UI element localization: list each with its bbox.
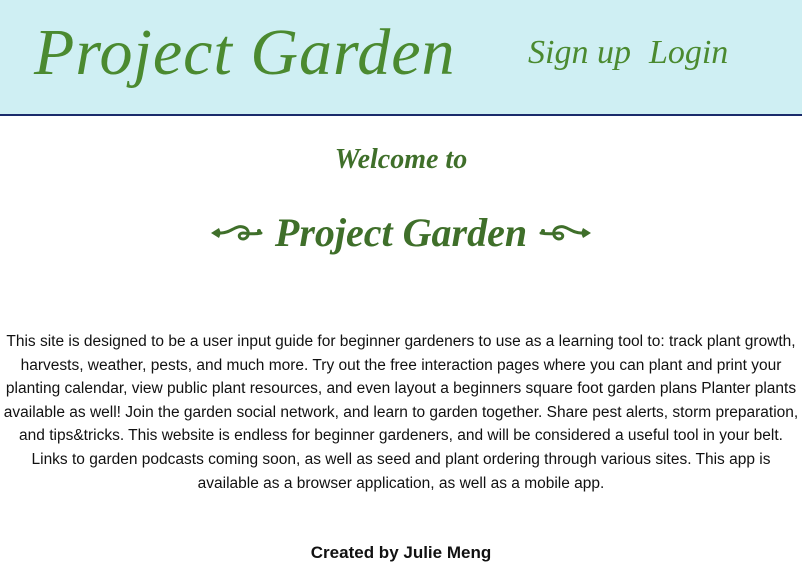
hero-banner: Project Garden	[0, 200, 802, 266]
scroll-flourish-left-icon	[210, 225, 263, 241]
hero-title: Project Garden	[274, 210, 528, 255]
header-nav: Sign up Login	[528, 30, 728, 76]
login-link[interactable]: Login	[649, 30, 728, 76]
author-credit: Created by Julie Meng	[310, 543, 492, 562]
scroll-flourish-right-icon	[539, 225, 592, 241]
welcome-heading: Welcome to	[334, 144, 468, 175]
site-title[interactable]: Project Garden	[34, 8, 456, 98]
site-description: This site is designed to be a user input…	[3, 333, 799, 492]
signup-link[interactable]: Sign up	[528, 30, 631, 76]
site-header: Project Garden Sign up Login	[0, 0, 802, 116]
